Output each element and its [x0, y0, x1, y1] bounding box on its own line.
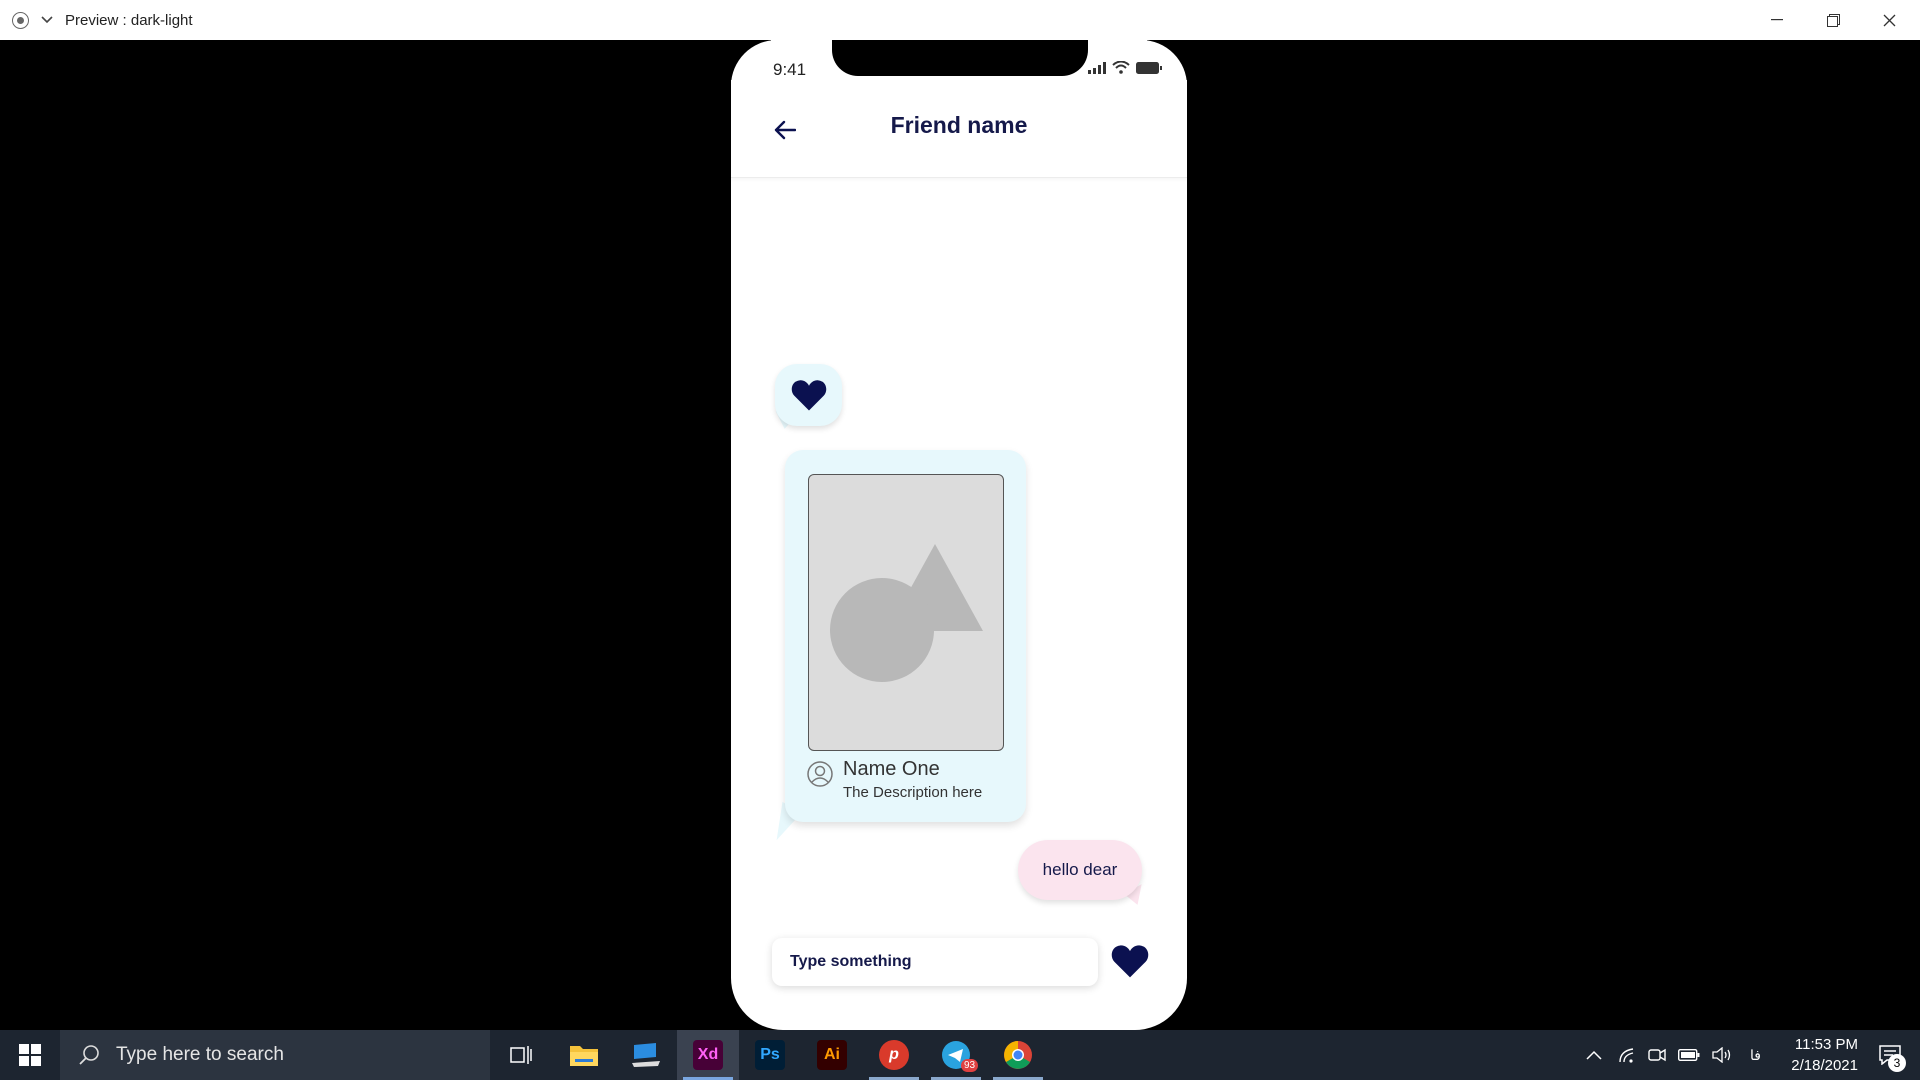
battery-icon [1136, 61, 1162, 74]
message-input[interactable]: Type something [772, 938, 1098, 986]
taskbar-app-illustrator[interactable]: Ai [801, 1030, 863, 1080]
status-icons [1088, 61, 1162, 74]
task-view-button[interactable] [490, 1030, 552, 1080]
taskbar-app-telegram[interactable]: 93 [925, 1030, 987, 1080]
chrome-icon [1004, 1041, 1032, 1069]
card-name: Name One [843, 758, 940, 780]
search-icon [79, 1045, 99, 1065]
folder-icon [570, 1046, 598, 1066]
heart-icon [791, 380, 826, 411]
window-title: Preview : dark-light [65, 11, 193, 29]
notification-center-button[interactable]: 3 [1865, 1030, 1915, 1080]
battery-icon[interactable] [1678, 1049, 1700, 1061]
system-tray: فا [1576, 1030, 1773, 1080]
clock-date: 2/18/2021 [1791, 1057, 1858, 1074]
chevron-down-icon[interactable] [39, 12, 55, 28]
taskbar-app-photoshop[interactable]: Ps [739, 1030, 801, 1080]
image-placeholder-icon [830, 544, 983, 682]
network-icon[interactable] [1618, 1047, 1636, 1063]
taskbar-clock[interactable]: 11:53 PM 2/18/2021 [1768, 1034, 1858, 1076]
avatar-icon [807, 761, 833, 787]
photoshop-icon: Ps [755, 1040, 785, 1070]
phone-notch [832, 40, 1088, 76]
heart-icon [1111, 945, 1149, 978]
taskbar-search[interactable]: Type here to search [60, 1030, 490, 1080]
task-view-icon [510, 1046, 532, 1064]
computer-icon [632, 1043, 660, 1067]
adobe-xd-icon: Xd [693, 1040, 723, 1070]
minimize-button[interactable] [1749, 0, 1805, 40]
image-placeholder[interactable] [808, 474, 1004, 751]
telegram-badge: 93 [961, 1059, 979, 1072]
taskbar-app-xd[interactable]: Xd [677, 1030, 739, 1080]
wifi-icon [1112, 61, 1130, 74]
signal-icon [1088, 61, 1106, 74]
windows-logo-icon [19, 1044, 41, 1066]
taskbar-app-chrome[interactable] [987, 1030, 1049, 1080]
clock-time: 11:53 PM [1794, 1036, 1858, 1053]
taskbar: Type here to search Xd Ps Ai p 93 فا 11:… [0, 1030, 1920, 1080]
close-button[interactable] [1861, 0, 1917, 40]
friend-name-title: Friend name [890, 112, 1028, 138]
chevron-up-icon[interactable] [1586, 1050, 1602, 1060]
windows-start-button[interactable] [0, 1030, 60, 1080]
card-description: The Description here [843, 784, 983, 801]
illustrator-icon: Ai [817, 1040, 847, 1070]
taskbar-app-pc[interactable] [615, 1030, 677, 1080]
status-time: 9:41 [773, 60, 807, 79]
send-heart-button[interactable] [1110, 942, 1150, 980]
language-indicator[interactable]: فا [1750, 1047, 1761, 1064]
notification-count-badge: 3 [1888, 1054, 1906, 1072]
taskbar-app-p[interactable]: p [863, 1030, 925, 1080]
outgoing-text-message[interactable]: hello dear [1018, 840, 1142, 900]
p-app-icon: p [879, 1040, 909, 1070]
meet-now-icon[interactable] [1648, 1047, 1666, 1063]
taskbar-app-file-explorer[interactable] [553, 1030, 615, 1080]
search-placeholder: Type here to search [116, 1044, 284, 1065]
incoming-heart-message[interactable] [775, 364, 842, 426]
window-titlebar: Preview : dark-light [0, 0, 1920, 40]
record-icon[interactable] [12, 11, 29, 29]
restore-button[interactable] [1805, 0, 1861, 40]
volume-icon[interactable] [1712, 1047, 1732, 1063]
